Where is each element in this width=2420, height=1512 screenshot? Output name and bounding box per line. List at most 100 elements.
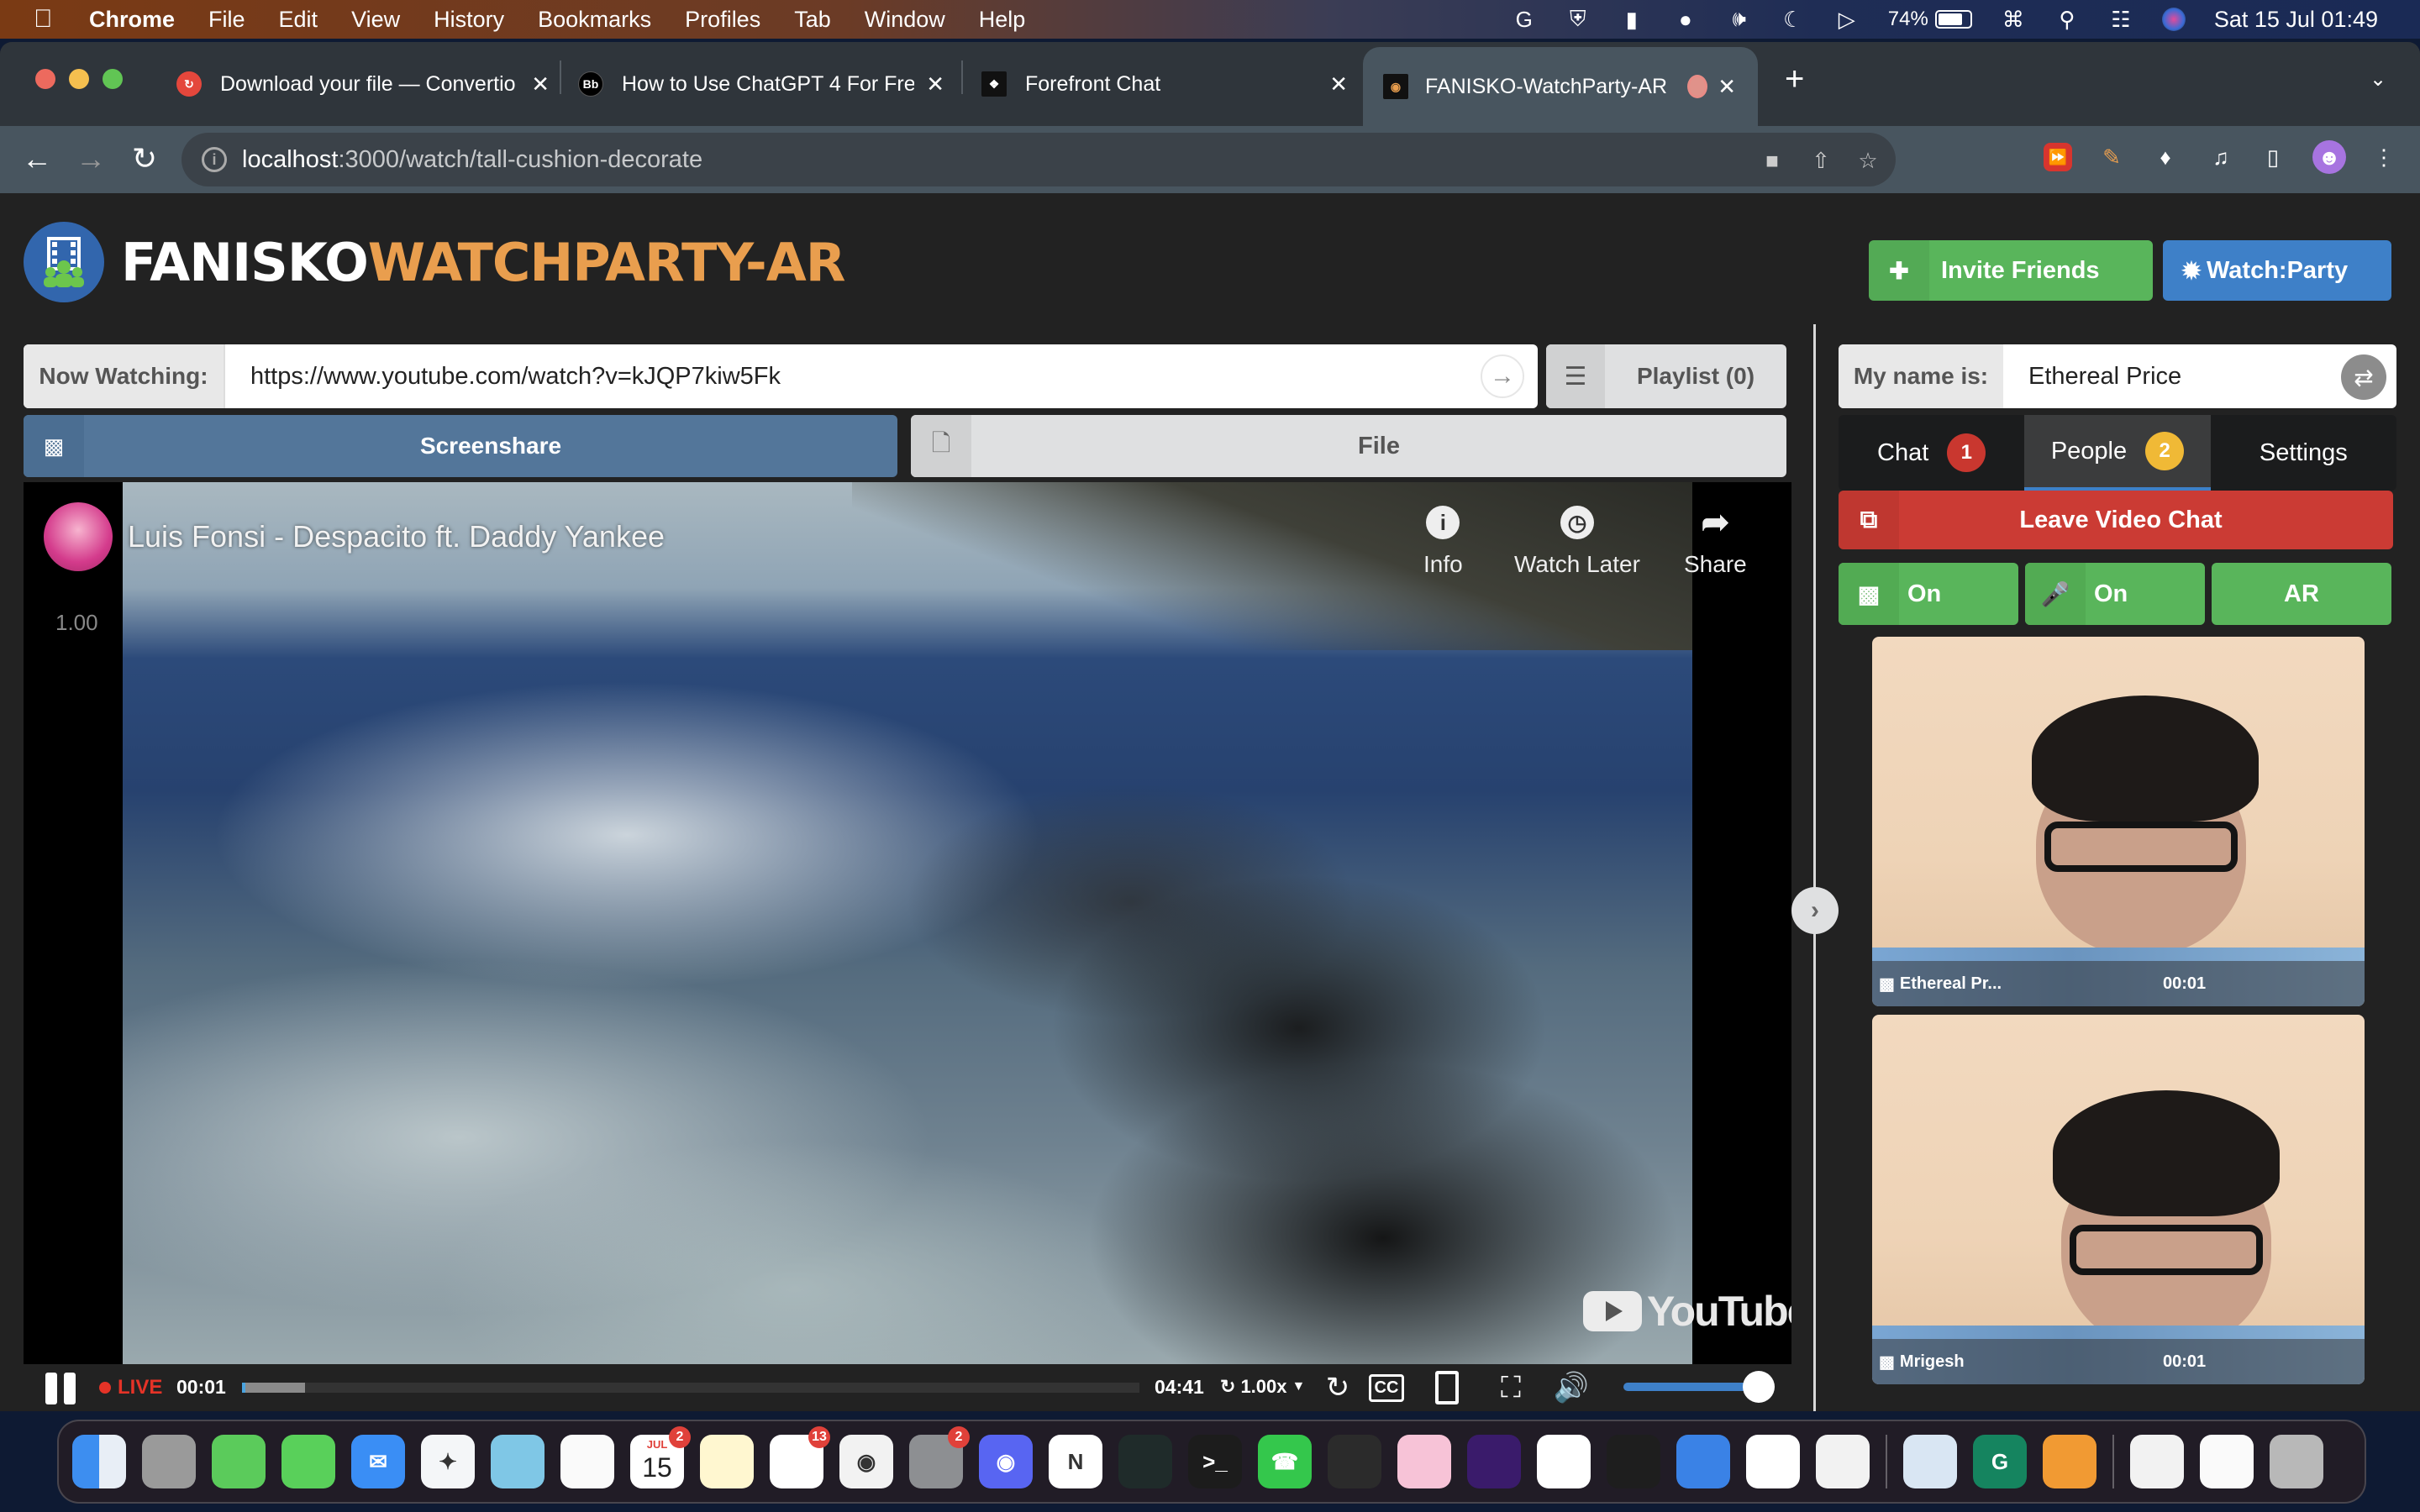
dock-app-activity-monitor[interactable] <box>1118 1435 1172 1488</box>
new-tab-button[interactable]: + <box>1785 60 1804 98</box>
dock-app-js-file[interactable] <box>2130 1435 2184 1488</box>
collapse-panel-button[interactable]: › <box>1791 887 1839 934</box>
menu-app-name[interactable]: Chrome <box>89 7 175 33</box>
media-controls-icon[interactable]: ♫ <box>2207 143 2235 171</box>
battery-status[interactable]: 74% <box>1888 8 1972 31</box>
app-logo[interactable] <box>24 222 104 302</box>
tab-people[interactable]: People 2 <box>2024 415 2211 491</box>
address-url[interactable]: localhost:3000/watch/tall-cushion-decora… <box>242 146 702 174</box>
back-button[interactable]: ← <box>18 141 55 176</box>
share-page-icon[interactable]: ⇧ <box>1808 148 1833 173</box>
video-speed-extension-icon[interactable]: ⏩ <box>2044 143 2072 171</box>
now-watching-input[interactable]: https://www.youtube.com/watch?v=kJQP7kiw… <box>225 344 1538 408</box>
tab-search-chevron-icon[interactable]: ⌄ <box>2370 67 2386 92</box>
menu-view[interactable]: View <box>351 7 400 33</box>
chrome-menu-icon[interactable]: ⋮ <box>2370 143 2398 171</box>
wifi-icon[interactable]: ⌘ <box>2001 7 2026 32</box>
volume-slider-track[interactable] <box>1623 1383 1756 1391</box>
dock-app-discord[interactable]: ◉ <box>979 1435 1033 1488</box>
dock-app-preview[interactable] <box>1903 1435 1957 1488</box>
minimize-window-button[interactable] <box>69 69 89 89</box>
share-action[interactable]: ➦ Share <box>1684 504 1747 578</box>
ar-button[interactable]: AR <box>2212 563 2391 625</box>
dock-app-trash[interactable] <box>2270 1435 2323 1488</box>
shield-icon[interactable]: ⛨ <box>1565 6 1591 32</box>
dock-app-photos[interactable] <box>560 1435 614 1488</box>
invite-friends-button[interactable]: ✚ Invite Friends <box>1869 240 2153 301</box>
dock-app-final-cut-pro[interactable] <box>1328 1435 1381 1488</box>
participant-video-tile[interactable]: ▩ Mrigesh 00:01 <box>1872 1015 2365 1384</box>
screenshare-button[interactable]: ▩ Screenshare <box>24 415 897 477</box>
close-tab-icon[interactable]: ✕ <box>531 71 550 97</box>
search-icon[interactable]: ⚲ <box>2054 7 2080 32</box>
channel-avatar[interactable] <box>44 502 113 571</box>
browser-tab[interactable]: Bb How to Use ChatGPT 4 For Free ✕ <box>578 55 944 113</box>
moon-icon[interactable]: ☾ <box>1781 7 1806 32</box>
dock-app-screenshot[interactable] <box>2200 1435 2254 1488</box>
tab-chat[interactable]: Chat 1 <box>1839 415 2024 491</box>
dock-app-cleanmymac[interactable] <box>1397 1435 1451 1488</box>
dock-app-terminal[interactable]: >_ <box>1188 1435 1242 1488</box>
dock-app-xcode[interactable] <box>1676 1435 1730 1488</box>
fullscreen-button[interactable]: ⛶ <box>1492 1371 1529 1404</box>
menu-file[interactable]: File <box>208 7 245 33</box>
side-panel-icon[interactable]: ▯ <box>2259 143 2287 171</box>
mic-toggle-button[interactable]: 🎤 On <box>2025 563 2205 625</box>
dock-app-figma[interactable] <box>1607 1435 1660 1488</box>
dock-app-firefox[interactable] <box>1467 1435 1521 1488</box>
volume-button[interactable]: 🔊 <box>1553 1371 1590 1404</box>
browser-tab-active[interactable]: ◉ FANISKO-WatchParty-AR ✕ <box>1363 47 1758 126</box>
menu-help[interactable]: Help <box>979 7 1026 33</box>
maximize-window-button[interactable] <box>103 69 123 89</box>
dock-app-notion[interactable]: N <box>1049 1435 1102 1488</box>
dock-app-grammarly[interactable]: G <box>1973 1435 2027 1488</box>
dock-app-messages[interactable] <box>281 1435 335 1488</box>
siri-icon[interactable] <box>2161 8 2186 31</box>
menu-tab[interactable]: Tab <box>794 7 831 33</box>
redo-icon[interactable]: ↻ <box>1319 1371 1356 1404</box>
elephant-icon[interactable]: ● <box>1673 7 1698 32</box>
theater-mode-button[interactable] <box>1428 1371 1465 1404</box>
menu-bookmarks[interactable]: Bookmarks <box>538 7 651 33</box>
leave-video-chat-button[interactable]: ⧉ Leave Video Chat <box>1839 491 2393 549</box>
participant-video-tile[interactable]: ▩ Ethereal Pr... 00:01 <box>1872 637 2365 1006</box>
dock-app-whatsapp[interactable]: ☎ <box>1258 1435 1312 1488</box>
dock-app-finder[interactable] <box>72 1435 126 1488</box>
video-player[interactable]: Luis Fonsi - Despacito ft. Daddy Yankee … <box>24 482 1791 1364</box>
browser-tab[interactable]: ↻ Download your file — Convertio ✕ <box>176 55 550 113</box>
shuffle-name-icon[interactable]: ⇄ <box>2341 354 2386 400</box>
dock-app-chrome[interactable]: ◉ <box>839 1435 893 1488</box>
camera-in-use-icon[interactable]: ■ <box>1760 148 1785 173</box>
arrow-right-icon[interactable]: → <box>1481 354 1524 398</box>
camera-toggle-button[interactable]: ▩ On <box>1839 563 2018 625</box>
close-tab-icon[interactable]: ✕ <box>1329 71 1348 97</box>
profile-avatar[interactable]: ☻ <box>2312 140 2346 174</box>
dock-app-pages[interactable] <box>2043 1435 2096 1488</box>
video-title[interactable]: Luis Fonsi - Despacito ft. Daddy Yankee <box>128 519 665 554</box>
control-center-icon[interactable]: ☷ <box>2108 7 2133 32</box>
panel-divider[interactable] <box>1813 324 1816 1411</box>
bookmark-star-icon[interactable]: ☆ <box>1855 148 1881 173</box>
watch-party-button[interactable]: ✹ Watch:Party <box>2163 240 2391 301</box>
apple-menu-icon[interactable]:  <box>34 5 60 34</box>
dock-app-facetime[interactable] <box>212 1435 266 1488</box>
dock-app-vs-code[interactable] <box>1746 1435 1800 1488</box>
dock-app-launchpad[interactable] <box>142 1435 196 1488</box>
grammarly-icon[interactable]: G <box>1512 7 1537 32</box>
youtube-logo[interactable]: YouTube <box>1583 1287 1791 1336</box>
volume-icon[interactable]: 🕪 <box>1727 6 1752 32</box>
dock-app-system-settings[interactable]: 2 <box>909 1426 970 1488</box>
dock-app-safari[interactable]: ✦ <box>421 1435 475 1488</box>
volume-slider-handle[interactable] <box>1743 1371 1775 1403</box>
play-circle-icon[interactable]: ▷ <box>1834 7 1860 32</box>
extensions-puzzle-icon[interactable]: ♦ <box>2151 143 2180 171</box>
close-tab-icon[interactable]: ✕ <box>926 71 944 97</box>
dock-app-calendar[interactable]: JUL 15 2 <box>630 1426 691 1488</box>
close-window-button[interactable] <box>35 69 55 89</box>
dock-app-notes[interactable] <box>700 1435 754 1488</box>
reload-button[interactable]: ↻ <box>126 141 163 176</box>
live-indicator[interactable]: LIVE <box>99 1376 162 1399</box>
close-tab-icon[interactable]: ✕ <box>1718 74 1736 100</box>
dock-app-google-drive[interactable] <box>1816 1435 1870 1488</box>
watch-later-action[interactable]: ◷ Watch Later <box>1514 506 1640 578</box>
